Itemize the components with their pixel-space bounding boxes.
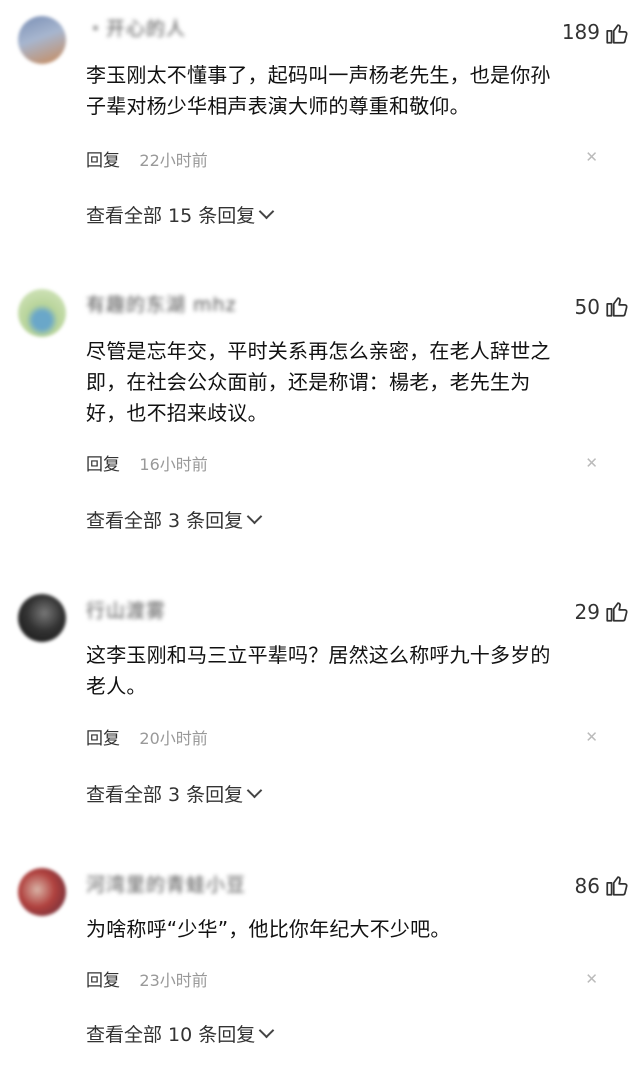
timestamp: 20小时前 <box>139 729 208 748</box>
comment-line: 老人。 <box>86 674 147 698</box>
comment-line: 即，在社会公众面前，还是称谓：楊老，老先生为 <box>86 370 531 394</box>
username[interactable]: 河湾里的青蛙小豆 <box>86 870 246 896</box>
username[interactable]: ・开心的人 <box>86 14 186 40</box>
like-count: 29 <box>574 600 600 624</box>
comment-line: 李玉刚太不懂事了，起码叫一声杨老先生，也是你孙 <box>86 63 551 87</box>
reply-button[interactable]: 回复 <box>86 971 120 991</box>
thumbs-up-icon[interactable] <box>604 20 630 46</box>
avatar[interactable] <box>18 289 66 337</box>
comment-text: 这李玉刚和马三立平辈吗？居然这么称呼九十多岁的 老人。 <box>86 640 606 702</box>
timestamp: 23小时前 <box>139 971 208 990</box>
like-count: 189 <box>561 20 600 44</box>
comment-text: 为啥称呼“少华”，他比你年纪大不少吧。 <box>86 914 606 945</box>
chevron-down-icon <box>258 203 275 220</box>
view-all-replies-label: 查看全部 3 条回复 <box>86 784 244 806</box>
view-all-replies-label: 查看全部 3 条回复 <box>86 510 244 532</box>
comment-meta: 回复 23小时前 <box>86 966 208 991</box>
chevron-down-icon <box>246 782 263 799</box>
thumbs-up-icon[interactable] <box>604 293 630 319</box>
timestamp: 16小时前 <box>139 455 208 474</box>
view-all-replies-button[interactable]: 查看全部 15 条回复 <box>86 201 275 228</box>
username[interactable]: 行山渡雾 <box>86 596 166 622</box>
comment-text: 李玉刚太不懂事了，起码叫一声杨老先生，也是你孙 子辈对杨少华相声表演大师的尊重和… <box>86 60 606 122</box>
chevron-down-icon <box>258 1022 275 1039</box>
thumbs-up-icon[interactable] <box>604 872 630 898</box>
comment-line: 为啥称呼“少华”，他比你年纪大不少吧。 <box>86 917 451 941</box>
close-icon[interactable]: ✕ <box>585 728 598 746</box>
comment-line: 子辈对杨少华相声表演大师的尊重和敬仰。 <box>86 94 470 118</box>
comment-item: 有趣的东湖 mhz 50 尽管是忘年交，平时关系再怎么亲密，在老人辞世之 即，在… <box>0 286 640 546</box>
view-all-replies-button[interactable]: 查看全部 10 条回复 <box>86 1020 275 1047</box>
avatar[interactable] <box>18 594 66 642</box>
view-all-replies-button[interactable]: 查看全部 3 条回复 <box>86 780 263 807</box>
comment-item: 行山渡雾 29 这李玉刚和马三立平辈吗？居然这么称呼九十多岁的 老人。 回复 2… <box>0 592 640 812</box>
avatar[interactable] <box>18 868 66 916</box>
view-all-replies-label: 查看全部 15 条回复 <box>86 205 256 227</box>
reply-button[interactable]: 回复 <box>86 151 120 171</box>
view-all-replies-button[interactable]: 查看全部 3 条回复 <box>86 506 263 533</box>
avatar[interactable] <box>18 16 66 64</box>
comment-line: 好，也不招来歧议。 <box>86 401 268 425</box>
close-icon[interactable]: ✕ <box>585 454 598 472</box>
comment-line: 尽管是忘年交，平时关系再怎么亲密，在老人辞世之 <box>86 339 551 363</box>
comment-line: 这李玉刚和马三立平辈吗？居然这么称呼九十多岁的 <box>86 643 551 667</box>
username[interactable]: 有趣的东湖 mhz <box>86 290 237 316</box>
comment-item: ・开心的人 189 李玉刚太不懂事了，起码叫一声杨老先生，也是你孙 子辈对杨少华… <box>0 10 640 240</box>
comment-item: 河湾里的青蛙小豆 86 为啥称呼“少华”，他比你年纪大不少吧。 回复 23小时前… <box>0 866 640 1066</box>
comment-meta: 回复 16小时前 <box>86 450 208 475</box>
comment-meta: 回复 20小时前 <box>86 724 208 749</box>
close-icon[interactable]: ✕ <box>585 970 598 988</box>
like-count: 50 <box>574 295 600 319</box>
comment-text: 尽管是忘年交，平时关系再怎么亲密，在老人辞世之 即，在社会公众面前，还是称谓：楊… <box>86 336 606 429</box>
like-count: 86 <box>574 874 600 898</box>
close-icon[interactable]: ✕ <box>585 148 598 166</box>
comment-meta: 回复 22小时前 <box>86 146 208 171</box>
timestamp: 22小时前 <box>139 151 208 170</box>
chevron-down-icon <box>246 508 263 525</box>
reply-button[interactable]: 回复 <box>86 455 120 475</box>
reply-button[interactable]: 回复 <box>86 729 120 749</box>
thumbs-up-icon[interactable] <box>604 598 630 624</box>
view-all-replies-label: 查看全部 10 条回复 <box>86 1024 256 1046</box>
